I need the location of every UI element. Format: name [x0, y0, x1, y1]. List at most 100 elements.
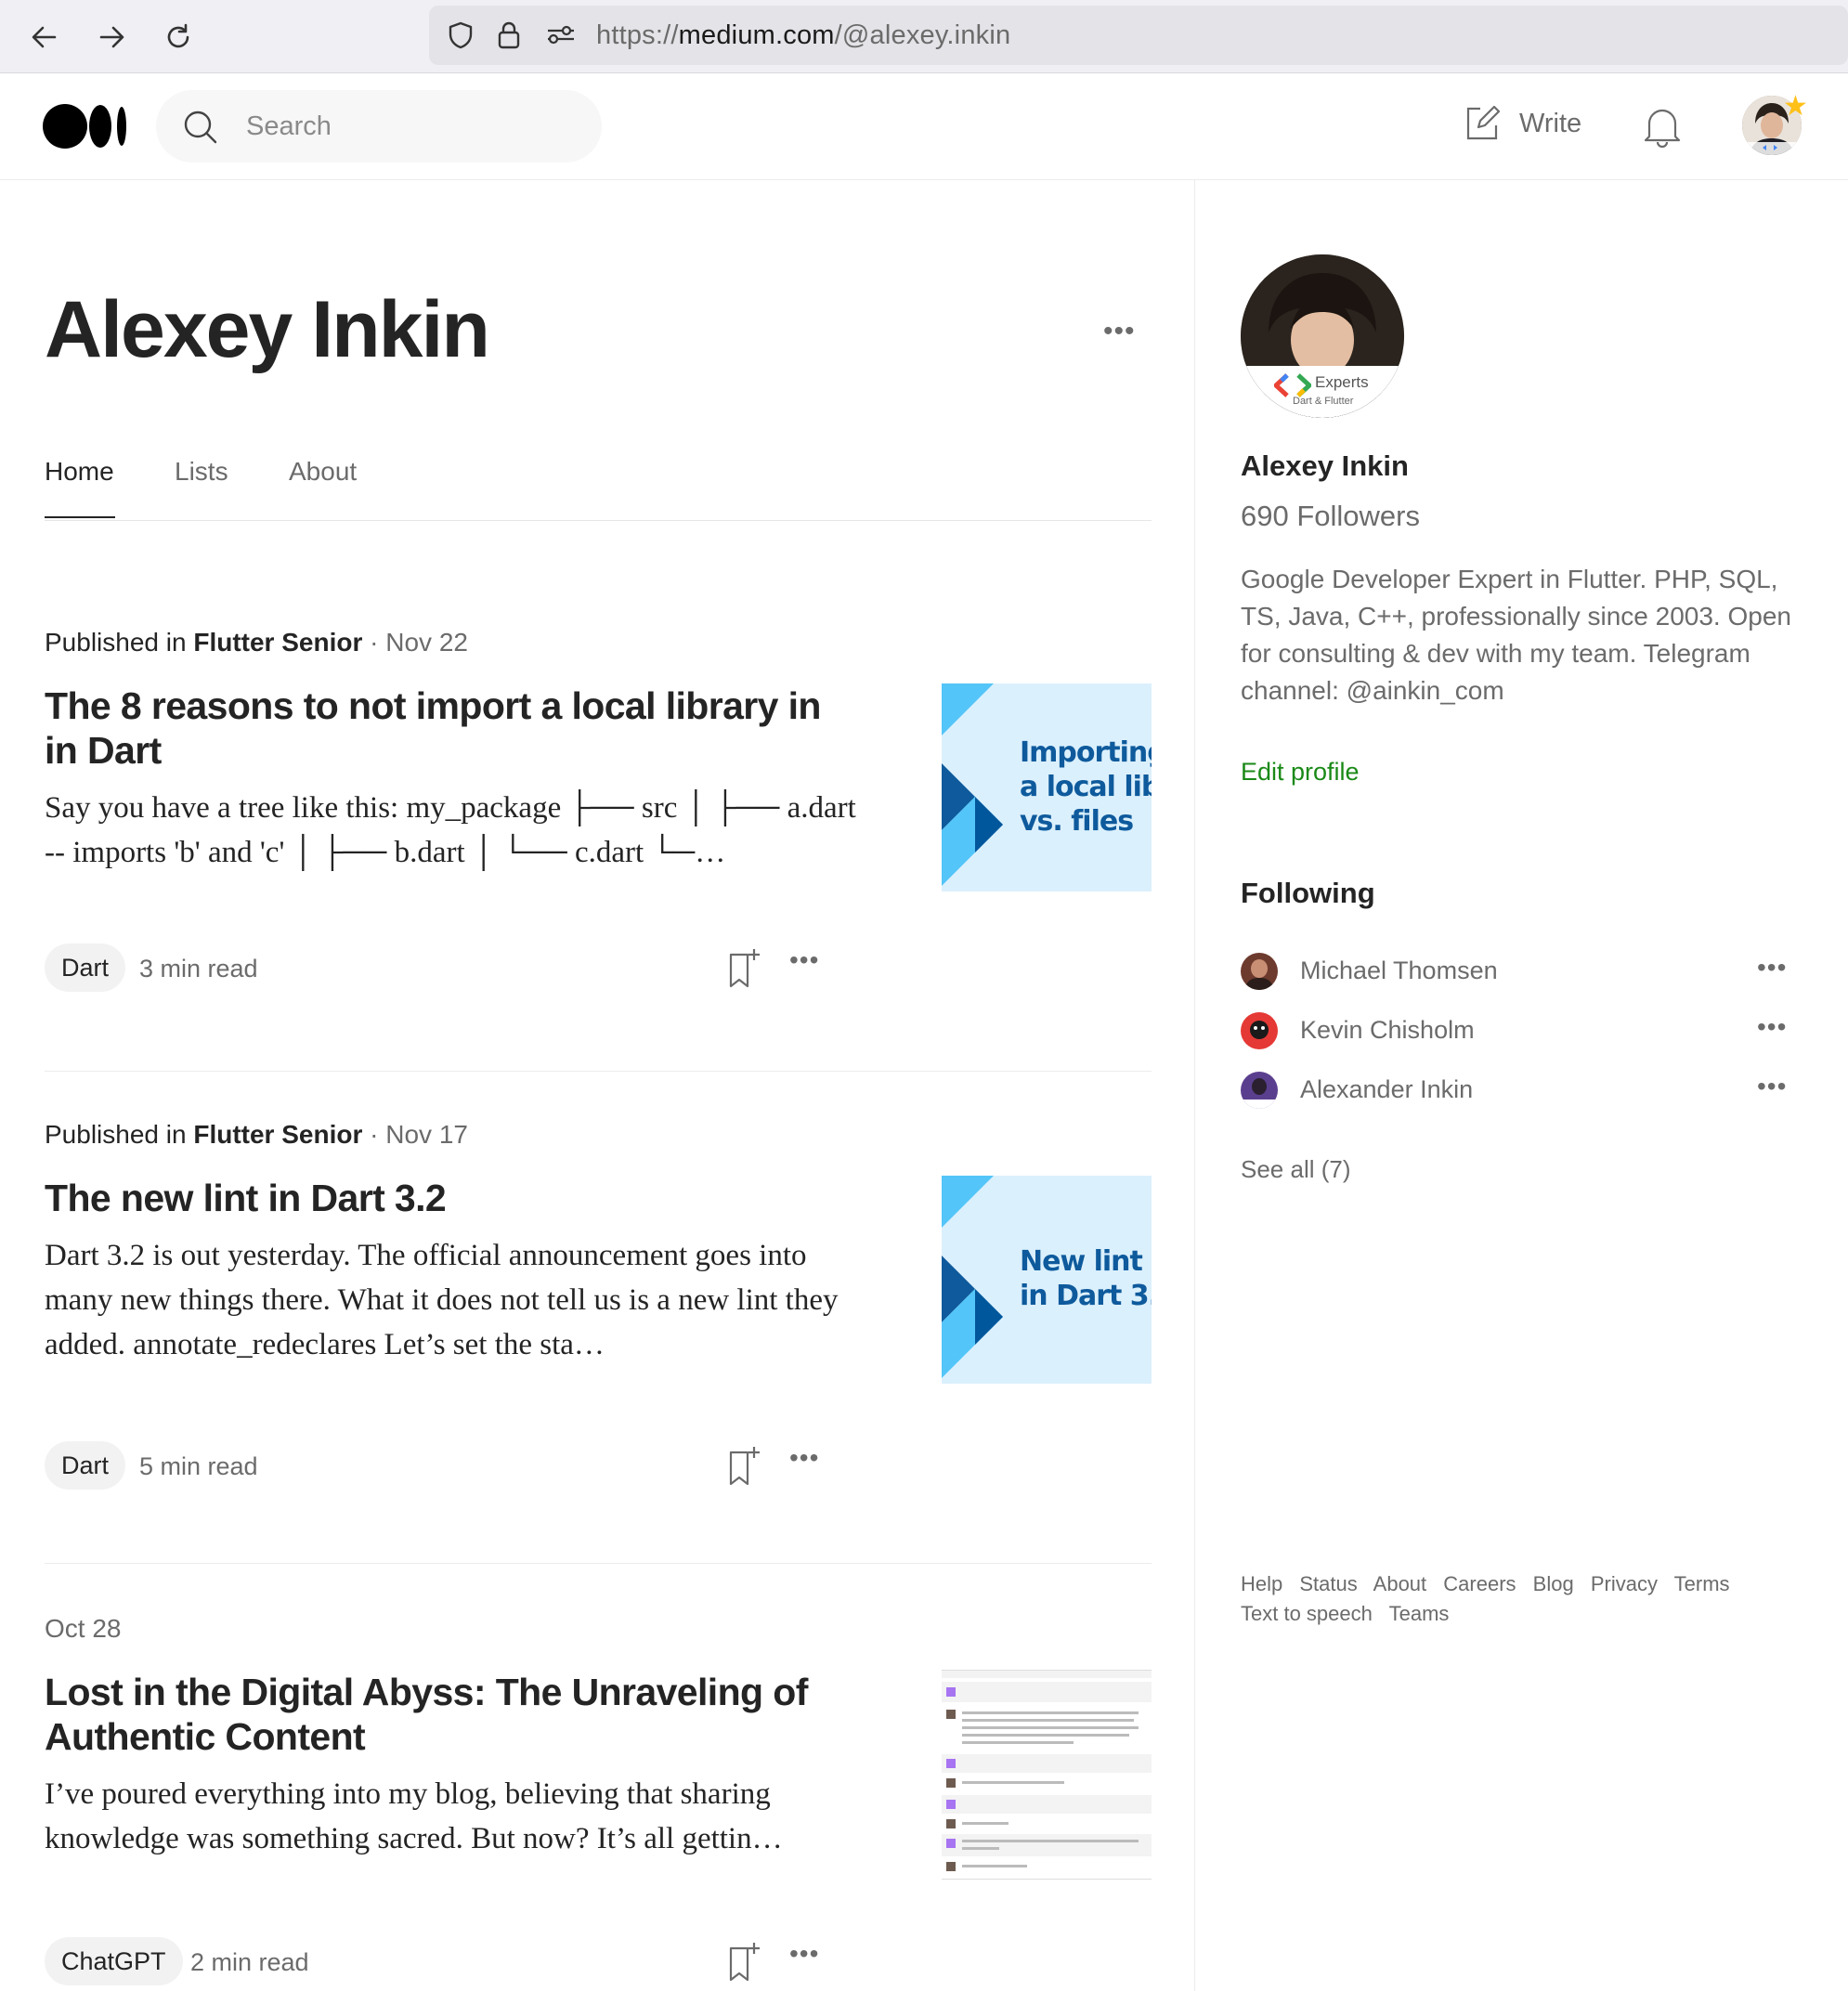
url-domain: medium.com	[678, 20, 835, 50]
article-title[interactable]: Lost in the Digital Abyss: The Unravelin…	[45, 1670, 862, 1759]
bookmark-button[interactable]	[726, 947, 763, 993]
avatar	[1241, 1072, 1278, 1109]
tab-lists[interactable]: Lists	[175, 453, 228, 490]
search-box[interactable]	[156, 90, 602, 163]
following-name[interactable]: Michael Thomsen	[1300, 956, 1498, 985]
article-divider	[45, 1563, 1152, 1564]
medium-logo[interactable]	[43, 103, 128, 154]
article-meta-row: Dart 3 min read •••	[45, 943, 880, 992]
following-more-button[interactable]: •••	[1757, 953, 1787, 982]
url-text: https://medium.com/@alexey.inkin	[596, 19, 1010, 52]
member-star-icon: ★	[1783, 91, 1808, 122]
footer-link-teams[interactable]: Teams	[1389, 1602, 1450, 1625]
article-more-button[interactable]: •••	[789, 1443, 819, 1473]
footer-link-privacy[interactable]: Privacy	[1591, 1572, 1658, 1595]
published-in-label: Published in	[45, 628, 194, 657]
footer-link-blog[interactable]: Blog	[1533, 1572, 1574, 1595]
profile-more-button[interactable]: •••	[1103, 316, 1136, 347]
article-more-button[interactable]: •••	[789, 945, 819, 975]
following-item[interactable]: Alexander Inkin •••	[1241, 1072, 1798, 1113]
article-meta-row: Dart 5 min read •••	[45, 1441, 880, 1490]
thumb-line: New lint	[1020, 1245, 1143, 1278]
edit-profile-link[interactable]: Edit profile	[1241, 758, 1360, 787]
article-card[interactable]: Oct 28 Lost in the Digital Abyss: The Un…	[45, 1612, 1152, 1991]
following-more-button[interactable]: •••	[1757, 1072, 1787, 1101]
topic-tag[interactable]: ChatGPT	[45, 1937, 183, 1985]
thumb-line: in Dart 3.2	[1020, 1280, 1152, 1312]
address-bar[interactable]: https://medium.com/@alexey.inkin	[429, 6, 1848, 65]
back-button[interactable]	[24, 17, 65, 58]
footer-link-about[interactable]: About	[1373, 1572, 1427, 1595]
published-in-label: Published in	[45, 1120, 194, 1149]
article-date: · Nov 22	[362, 628, 468, 657]
bookmark-add-icon	[729, 949, 760, 988]
following-more-button[interactable]: •••	[1757, 1012, 1787, 1042]
search-input[interactable]	[244, 107, 573, 146]
avatar	[1241, 1012, 1278, 1049]
article-excerpt[interactable]: Say you have a tree like this: my_packag…	[45, 786, 862, 875]
profile-tabs: Home Lists About	[45, 453, 1152, 521]
article-excerpt[interactable]: I’ve poured everything into my blog, bel…	[45, 1772, 862, 1861]
back-arrow-icon	[32, 26, 57, 48]
following-heading: Following	[1241, 877, 1375, 909]
reload-button[interactable]	[158, 17, 199, 58]
article-card[interactable]: Published in Flutter Senior · Nov 17 The…	[45, 1118, 1152, 1508]
reload-icon	[167, 23, 189, 48]
bookmark-button[interactable]	[726, 1941, 763, 1986]
article-thumbnail[interactable]: Importinga local libravs. files	[942, 683, 1152, 891]
forward-button[interactable]	[91, 17, 132, 58]
active-tab-indicator	[45, 516, 115, 518]
article-title[interactable]: The new lint in Dart 3.2	[45, 1176, 862, 1220]
article-thumbnail[interactable]: New lintin Dart 3.2	[942, 1176, 1152, 1384]
footer-link-careers[interactable]: Careers	[1443, 1572, 1516, 1595]
tab-about[interactable]: About	[289, 453, 357, 490]
forward-arrow-icon	[99, 26, 124, 48]
write-label: Write	[1519, 108, 1582, 138]
article-date: Oct 28	[45, 1614, 122, 1643]
notifications-button[interactable]	[1642, 103, 1683, 152]
publication-link[interactable]: Flutter Senior	[193, 1120, 362, 1149]
url-path: /@alexey.inkin	[834, 20, 1011, 50]
footer-link-help[interactable]: Help	[1241, 1572, 1282, 1595]
write-button[interactable]: Write	[1464, 105, 1581, 142]
following-item[interactable]: Kevin Chisholm •••	[1241, 1012, 1798, 1053]
sidebar-name[interactable]: Alexey Inkin	[1241, 449, 1409, 483]
site-header: Write ★	[0, 73, 1848, 180]
article-date: · Nov 17	[362, 1120, 468, 1149]
following-item[interactable]: Michael Thomsen •••	[1241, 953, 1798, 994]
article-card[interactable]: Published in Flutter Senior · Nov 22 The…	[45, 626, 1152, 1016]
footer-link-text-to-speech[interactable]: Text to speech	[1241, 1602, 1373, 1625]
article-excerpt[interactable]: Dart 3.2 is out yesterday. The official …	[45, 1233, 862, 1367]
publication-link[interactable]: Flutter Senior	[193, 628, 362, 657]
search-icon	[184, 111, 217, 144]
bell-icon	[1644, 109, 1681, 149]
url-prefix: https://	[596, 20, 679, 50]
followers-count[interactable]: 690 Followers	[1241, 500, 1420, 533]
article-more-button[interactable]: •••	[789, 1939, 819, 1969]
bookmark-add-icon	[729, 1943, 760, 1982]
lock-icon	[498, 21, 520, 49]
topic-tag[interactable]: Dart	[45, 1441, 126, 1490]
following-name[interactable]: Alexander Inkin	[1300, 1075, 1473, 1104]
topic-tag[interactable]: Dart	[45, 943, 126, 992]
write-icon	[1466, 105, 1501, 140]
medium-logo-icon	[43, 104, 126, 149]
thumb-line: Importing	[1020, 736, 1152, 769]
footer-link-status[interactable]: Status	[1299, 1572, 1357, 1595]
publication-info: Published in Flutter Senior · Nov 17	[45, 1118, 468, 1152]
read-time: 5 min read	[139, 1452, 258, 1480]
page-title: Alexey Inkin	[45, 285, 490, 374]
bookmark-button[interactable]	[726, 1445, 763, 1490]
avatar-image	[1241, 1072, 1278, 1109]
column-divider	[1194, 179, 1195, 1991]
article-title[interactable]: The 8 reasons to not import a local libr…	[45, 683, 862, 773]
following-name[interactable]: Kevin Chisholm	[1300, 1016, 1475, 1045]
publication-info: Oct 28	[45, 1612, 121, 1646]
browser-toolbar: https://medium.com/@alexey.inkin	[0, 0, 1848, 73]
site-permissions-icon	[548, 25, 574, 45]
tab-home[interactable]: Home	[45, 453, 114, 490]
footer-link-terms[interactable]: Terms	[1674, 1572, 1730, 1595]
article-thumbnail[interactable]	[942, 1670, 1152, 1880]
see-all-following-link[interactable]: See all (7)	[1241, 1155, 1351, 1184]
thumb-line: a local libra	[1020, 771, 1152, 803]
